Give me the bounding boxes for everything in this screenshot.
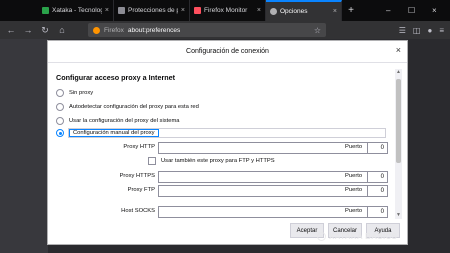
https-proxy-label: Proxy HTTPS	[119, 173, 155, 179]
account-icon[interactable]: ●	[427, 26, 432, 35]
ftp-proxy-row: Proxy FTP	[56, 185, 386, 197]
socks-host-label: Host SOCKS	[121, 208, 155, 214]
option-label: Autodetectar configuración del proxy par…	[69, 104, 199, 110]
tab-protecciones[interactable]: Protecciones de priv ×	[114, 0, 190, 21]
also-use-label: Usar también este proxy para FTP y HTTPS	[161, 158, 275, 164]
socks-host-row: Host SOCKS	[56, 206, 386, 218]
tab-label: Xataka - Tecnologí	[52, 7, 102, 14]
firefox-logo-icon	[93, 26, 100, 34]
dialog-scrollbar[interactable]: ▲ ▼	[395, 69, 402, 219]
star-icon[interactable]: ☆	[314, 26, 321, 35]
library-icon[interactable]: ☰	[399, 26, 406, 35]
also-use-checkbox[interactable]	[148, 157, 156, 165]
tab-strip: Xataka - Tecnologí × Protecciones de pri…	[0, 0, 450, 21]
socks-port-input[interactable]: 0	[367, 206, 388, 218]
option-label: Configuración manual del proxy	[69, 129, 159, 137]
scroll-down-icon[interactable]: ▼	[395, 212, 402, 219]
forward-arrow-icon[interactable]: →	[23, 25, 33, 35]
option-label: Sin proxy	[69, 90, 94, 96]
tab-xataka[interactable]: Xataka - Tecnologí ×	[38, 0, 114, 21]
scroll-up-icon[interactable]: ▲	[395, 69, 402, 76]
back-arrow-icon[interactable]: ←	[6, 25, 16, 35]
url-bar[interactable]: Firefox about:preferences ☆	[88, 23, 326, 37]
radio-button[interactable]	[56, 89, 64, 97]
http-port-input[interactable]: 0	[367, 142, 388, 154]
watermark-text: XATAKA BASICS	[329, 232, 398, 241]
shield-favicon-icon	[118, 7, 125, 14]
url-brand: Firefox	[104, 26, 124, 34]
dialog-title: Configuración de conexión	[186, 48, 269, 55]
minimize-button[interactable]: –	[386, 0, 390, 21]
option-label: Usar la configuración del proxy del sist…	[69, 118, 180, 124]
http-proxy-row: Proxy HTTP	[56, 142, 386, 154]
close-tab-icon[interactable]: ×	[181, 7, 185, 14]
radio-button-checked[interactable]	[56, 129, 64, 137]
reload-icon[interactable]: ↻	[40, 25, 50, 36]
http-port-label: Puerto	[345, 144, 363, 150]
tab-label: Opciones	[280, 8, 308, 15]
ftp-port-input[interactable]: 0	[367, 185, 388, 197]
tab-label: Firefox Monitor	[204, 7, 248, 14]
tab-firefox-monitor[interactable]: Firefox Monitor ×	[190, 0, 266, 21]
connection-settings-dialog: Configuración de conexión × Configurar a…	[47, 40, 408, 245]
toolbar-right: ☰ ◫ ● ≡	[399, 21, 444, 39]
sidebar-icon[interactable]: ◫	[413, 26, 421, 35]
option-autodetect[interactable]: Autodetectar configuración del proxy par…	[56, 103, 199, 111]
https-port-input[interactable]: 0	[367, 171, 388, 183]
also-use-row[interactable]: Usar también este proxy para FTP y HTTPS	[148, 157, 275, 165]
watermark: XATAKA BASICS	[317, 232, 397, 241]
close-tab-icon[interactable]: ×	[105, 7, 109, 14]
preferences-sidebar	[0, 39, 48, 253]
gear-favicon-icon	[270, 8, 277, 15]
url-text: about:preferences	[127, 26, 181, 34]
https-port-label: Puerto	[345, 173, 363, 179]
option-manual-proxy[interactable]: Configuración manual del proxy	[56, 129, 159, 137]
xataka-logo-icon	[317, 232, 326, 241]
tab-label: Protecciones de priv	[128, 7, 178, 14]
radio-button[interactable]	[56, 103, 64, 111]
navigation-bar: ← → ↻ ⌂ Firefox about:preferences ☆ ☰ ◫ …	[0, 21, 450, 39]
ftp-proxy-label: Proxy FTP	[127, 187, 155, 193]
close-tab-icon[interactable]: ×	[257, 7, 261, 14]
maximize-button[interactable]: ☐	[408, 0, 415, 21]
http-proxy-label: Proxy HTTP	[123, 144, 155, 150]
dialog-header: Configuración de conexión ×	[48, 41, 407, 63]
new-tab-button[interactable]: +	[342, 0, 360, 21]
option-no-proxy[interactable]: Sin proxy	[56, 89, 93, 97]
close-window-button[interactable]: ×	[432, 0, 437, 21]
option-system-proxy[interactable]: Usar la configuración del proxy del sist…	[56, 117, 180, 125]
section-title: Configurar acceso proxy a Internet	[56, 73, 176, 82]
https-proxy-row: Proxy HTTPS	[56, 171, 386, 183]
menu-icon[interactable]: ≡	[439, 26, 444, 35]
scrollbar-thumb[interactable]	[396, 79, 401, 163]
xataka-favicon-icon	[42, 7, 49, 14]
ftp-port-label: Puerto	[345, 187, 363, 193]
dialog-body: Configurar acceso proxy a Internet Sin p…	[56, 69, 386, 219]
tab-opciones[interactable]: Opciones ×	[266, 0, 342, 21]
close-dialog-icon[interactable]: ×	[396, 45, 401, 55]
close-tab-icon[interactable]: ×	[333, 8, 337, 15]
home-icon[interactable]: ⌂	[57, 25, 67, 35]
radio-button[interactable]	[56, 117, 64, 125]
monitor-favicon-icon	[194, 7, 201, 14]
socks-port-label: Puerto	[345, 208, 363, 214]
